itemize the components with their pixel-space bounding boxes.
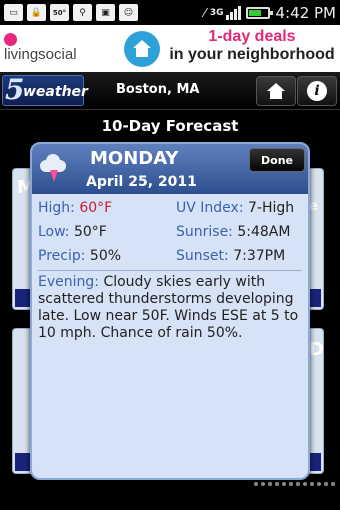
high-stat: High: 60°F — [38, 200, 112, 216]
uv-value: 7-High — [248, 200, 295, 216]
divider — [38, 270, 302, 271]
forecast-date: April 25, 2011 — [86, 174, 197, 190]
page-indicator — [254, 482, 338, 486]
temperature-badge: 50° — [50, 4, 69, 21]
home-icon — [267, 83, 285, 99]
uv-label: UV Index: — [176, 200, 244, 216]
android-icon: ☺ — [119, 4, 138, 21]
info-icon: i — [307, 81, 327, 101]
signal-slash-icon: ⁄ — [203, 5, 206, 20]
card-day-letter: D — [309, 339, 324, 360]
sunrise-label: Sunrise: — [176, 224, 233, 240]
high-label: High: — [38, 200, 75, 216]
low-label: Low: — [38, 224, 70, 240]
signal-bars-icon — [225, 5, 242, 20]
ad-banner[interactable]: livingsocial 1-day deals in your neighbo… — [0, 25, 340, 72]
ad-brand: livingsocial — [4, 46, 77, 63]
usb-icon: ⚲ — [73, 4, 92, 21]
day-detail-popup: MONDAY April 25, 2011 Done High: 60°F Lo… — [30, 142, 310, 480]
popup-header: MONDAY April 25, 2011 Done — [32, 144, 308, 194]
sunset-stat: Sunset: 7:37PM — [176, 248, 285, 264]
battery-icon — [245, 6, 273, 19]
low-value: 50°F — [73, 224, 107, 240]
ad-headline: 1-day deals — [208, 28, 296, 45]
sd-card-icon: ▭ — [4, 4, 23, 21]
sunrise-value: 5:48AM — [237, 224, 291, 240]
low-stat: Low: 50°F — [38, 224, 107, 240]
high-value: 60°F — [79, 200, 113, 216]
sunset-value: 7:37PM — [233, 248, 286, 264]
sunset-label: Sunset: — [176, 248, 229, 264]
evening-forecast: Evening: Cloudy skies early with scatter… — [38, 274, 304, 342]
home-button[interactable] — [256, 76, 296, 106]
card-bar — [15, 453, 31, 471]
sunrise-stat: Sunrise: 5:48AM — [176, 224, 290, 240]
page-title: 10-Day Forecast — [101, 117, 239, 135]
status-bar: ▭ 🔒 50° ⚲ ▣ ☺ ⁄ 3G 4:42 PM — [0, 0, 340, 25]
precip-label: Precip: — [38, 248, 86, 264]
status-clock: 4:42 PM — [275, 3, 336, 22]
logo-number: 5 — [5, 73, 25, 106]
logo-dot-icon — [4, 33, 17, 46]
done-button[interactable]: Done — [249, 148, 305, 172]
weather-logo: 5 weather — [2, 73, 88, 106]
card-bar — [309, 453, 321, 471]
precip-value: 50% — [89, 248, 122, 264]
house-icon — [124, 31, 160, 67]
info-button[interactable]: i — [297, 76, 337, 106]
location-label: Boston, MA — [116, 82, 200, 97]
card-bar — [15, 289, 31, 307]
card-day-letter: e — [309, 199, 318, 214]
livingsocial-logo: livingsocial — [4, 33, 110, 67]
network-type: 3G — [209, 7, 224, 18]
card-bar — [309, 289, 321, 307]
bag-icon: ▣ — [96, 4, 115, 21]
logo-text: weather — [23, 84, 88, 100]
day-name: MONDAY — [90, 148, 179, 169]
precip-stat: Precip: 50% — [38, 248, 121, 264]
thunderstorm-icon — [38, 152, 72, 184]
evening-label: Evening: — [38, 274, 99, 290]
lock-icon: 🔒 — [27, 4, 46, 21]
app-header: 5 weather Boston, MA i — [0, 72, 340, 110]
uv-stat: UV Index: 7-High — [176, 200, 294, 216]
ad-subline: in your neighborhood — [169, 46, 335, 63]
